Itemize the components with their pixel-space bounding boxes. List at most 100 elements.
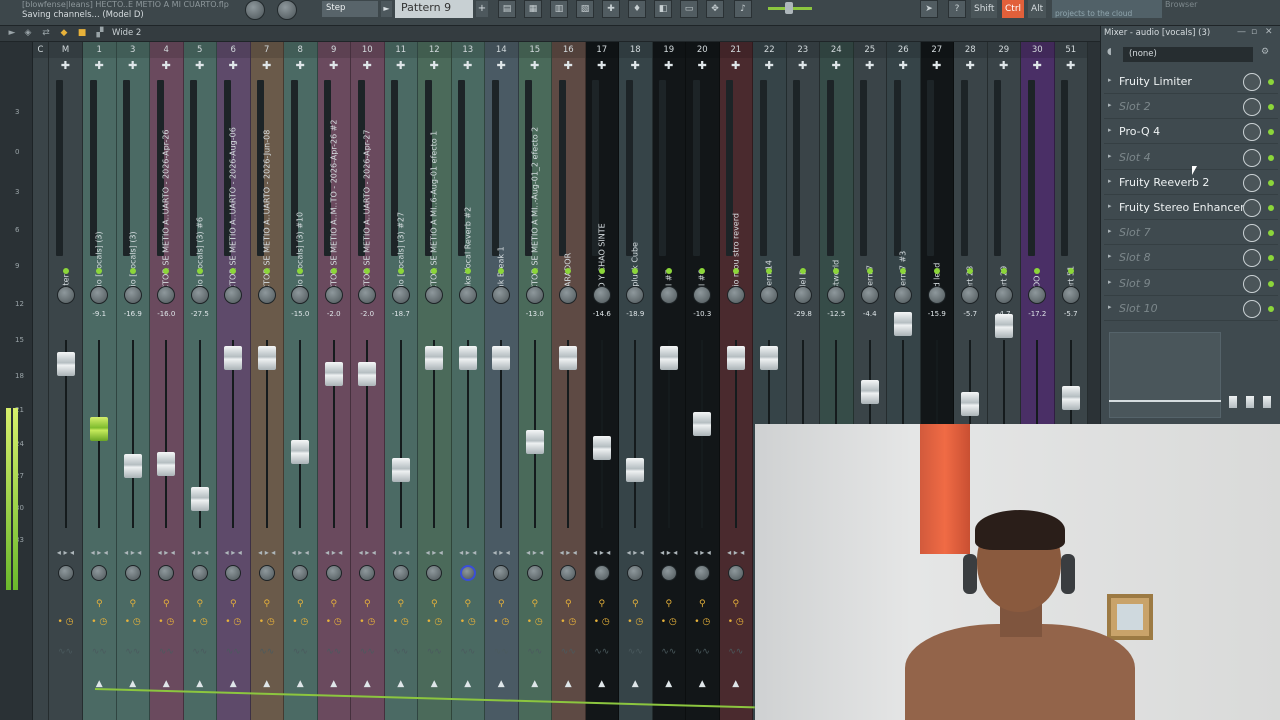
square-icon[interactable]: ■: [76, 28, 88, 39]
strip-number[interactable]: 28: [954, 42, 987, 58]
bulb-icon[interactable]: ⚲: [284, 599, 317, 609]
main-volume-knob[interactable]: [245, 0, 265, 20]
pan-knob[interactable]: [123, 286, 142, 304]
strip-number[interactable]: 22: [753, 42, 786, 58]
slot-name[interactable]: Slot 9: [1119, 277, 1151, 290]
route-arrows-icon[interactable]: ◂ ▸ ◂: [150, 548, 183, 557]
strip-number[interactable]: C: [33, 42, 48, 58]
stereo-knob[interactable]: [426, 565, 443, 581]
pan-knob[interactable]: [257, 286, 276, 304]
plugin-picker-icon[interactable]: ✚: [602, 0, 620, 18]
add-send-icon[interactable]: ✚: [49, 59, 82, 72]
strip-number[interactable]: 11: [384, 42, 417, 58]
pan-knob[interactable]: [291, 286, 310, 304]
record-dots-icon[interactable]: • ◷: [117, 617, 150, 627]
pan-knob[interactable]: [927, 286, 946, 304]
slot-arrow-icon[interactable]: ▸: [1108, 152, 1112, 160]
slot-arrow-icon[interactable]: ▸: [1108, 278, 1112, 286]
link-icon[interactable]: ⇄: [40, 28, 52, 39]
mixer-strip[interactable]: 7 ✚ HECTOR SE METIO A..UARTO - 2026-Jun-08…: [250, 42, 284, 720]
slot-arrow-icon[interactable]: ▸: [1108, 76, 1112, 84]
add-send-icon[interactable]: ✚: [184, 59, 217, 72]
mixer-icon[interactable]: ▧: [576, 0, 594, 18]
effect-slot[interactable]: ▸ Pro-Q 4: [1104, 120, 1278, 145]
route-triangle-icon[interactable]: ▲: [552, 679, 585, 689]
alt-key[interactable]: Alt: [1028, 0, 1047, 18]
route-arrows-icon[interactable]: ◂ ▸ ◂: [217, 548, 250, 557]
volume-fader[interactable]: [458, 346, 477, 370]
volume-fader[interactable]: [391, 458, 410, 482]
slot-name[interactable]: Slot 10: [1119, 302, 1158, 315]
volume-fader[interactable]: [291, 440, 310, 464]
ctrl-key[interactable]: Ctrl: [1002, 0, 1025, 18]
pan-knob[interactable]: [157, 286, 176, 304]
stereo-knob[interactable]: [258, 565, 275, 581]
add-send-icon[interactable]: ✚: [284, 59, 317, 72]
volume-fader[interactable]: [894, 312, 913, 336]
slot-arrow-icon[interactable]: ▸: [1108, 101, 1112, 109]
bulb-icon[interactable]: ⚲: [686, 599, 719, 609]
route-triangle-icon[interactable]: ▲: [586, 679, 619, 689]
strip-number[interactable]: 25: [853, 42, 886, 58]
strip-number[interactable]: 24: [820, 42, 853, 58]
maximize-icon[interactable]: ▫: [1251, 27, 1257, 37]
slot-enable-led[interactable]: [1268, 179, 1274, 186]
effect-slot[interactable]: ▸ Slot 7: [1104, 221, 1278, 246]
strip-number[interactable]: 18: [619, 42, 652, 58]
strip-number[interactable]: 21: [719, 42, 752, 58]
stereo-knob[interactable]: [292, 565, 309, 581]
stereo-knob[interactable]: [694, 565, 711, 581]
add-send-icon[interactable]: ✚: [887, 59, 920, 72]
browser-label[interactable]: Browser: [1165, 0, 1197, 9]
route-arrows-icon[interactable]: ◂ ▸ ◂: [519, 548, 552, 557]
effect-slot[interactable]: ▸ Slot 4: [1104, 146, 1278, 170]
record-dots-icon[interactable]: • ◷: [686, 617, 719, 627]
mixer-strip[interactable]: 16 ✚ SEPARADOR ◂ ▸ ◂ ⚲ • ◷ ∿∿ ▲: [552, 42, 586, 720]
route-triangle-icon[interactable]: ▲: [452, 679, 485, 689]
slot-enable-led[interactable]: [1268, 129, 1274, 136]
pan-knob[interactable]: [693, 286, 712, 304]
route-arrows-icon[interactable]: ◂ ▸ ◂: [586, 548, 619, 557]
slot-arrow-icon[interactable]: ▸: [1108, 252, 1112, 260]
strip-number[interactable]: 29: [987, 42, 1020, 58]
stereo-knob[interactable]: [627, 565, 644, 581]
volume-fader[interactable]: [257, 346, 276, 370]
pan-knob[interactable]: [56, 286, 75, 304]
bulb-icon[interactable]: ⚲: [619, 599, 652, 609]
record-dots-icon[interactable]: • ◷: [217, 617, 250, 627]
gear-icon[interactable]: ⚙: [1261, 47, 1269, 57]
mixer-strip[interactable]: 9 ✚ HECTOR SE METIO A..M..TO - 2026-Apr-26…: [317, 42, 351, 720]
route-triangle-icon[interactable]: ▲: [251, 679, 284, 689]
strip-number[interactable]: 8: [284, 42, 317, 58]
route-arrows-icon[interactable]: ◂ ▸ ◂: [485, 548, 518, 557]
pan-knob[interactable]: [760, 286, 779, 304]
stereo-knob[interactable]: [493, 565, 510, 581]
view-icon[interactable]: ◈: [22, 28, 34, 39]
stereo-knob[interactable]: [325, 565, 342, 581]
slot-arrow-icon[interactable]: ▸: [1108, 126, 1112, 134]
bulb-icon[interactable]: ⚲: [552, 599, 585, 609]
route-triangle-icon[interactable]: ▲: [150, 679, 183, 689]
add-send-icon[interactable]: ✚: [820, 59, 853, 72]
route-triangle-icon[interactable]: ▲: [686, 679, 719, 689]
strip-number[interactable]: 13: [451, 42, 484, 58]
bulb-icon[interactable]: ⚲: [720, 599, 753, 609]
stereo-knob[interactable]: [459, 565, 476, 581]
mute-led[interactable]: [531, 268, 538, 274]
add-send-icon[interactable]: ✚: [787, 59, 820, 72]
strip-number[interactable]: 16: [552, 42, 585, 58]
bulb-icon[interactable]: ⚲: [217, 599, 250, 609]
bulb-icon[interactable]: ⚲: [251, 599, 284, 609]
shift-key[interactable]: Shift: [971, 0, 998, 18]
effect-slot[interactable]: ▸ Slot 2: [1104, 95, 1278, 120]
pan-knob[interactable]: [793, 286, 812, 304]
bulb-icon[interactable]: ⚲: [150, 599, 183, 609]
add-send-icon[interactable]: ✚: [753, 59, 786, 72]
strip-number[interactable]: 3: [116, 42, 149, 58]
add-send-icon[interactable]: ✚: [385, 59, 418, 72]
slot-enable-led[interactable]: [1268, 230, 1274, 237]
volume-fader[interactable]: [224, 346, 243, 370]
pan-knob[interactable]: [659, 286, 678, 304]
bulb-icon[interactable]: ⚲: [653, 599, 686, 609]
slot-arrow-icon[interactable]: ▸: [1108, 177, 1112, 185]
